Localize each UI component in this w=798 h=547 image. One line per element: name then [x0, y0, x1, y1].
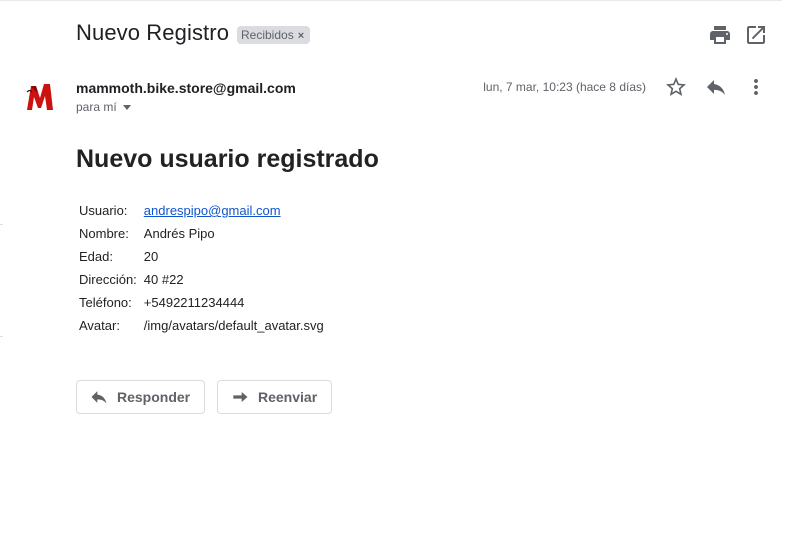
- star-icon[interactable]: [664, 75, 688, 99]
- field-value: 40 #22: [143, 272, 184, 287]
- email-date: lun, 7 mar, 10:23 (hace 8 días): [483, 80, 646, 94]
- table-row: Avatar: /img/avatars/default_avatar.svg: [76, 315, 328, 338]
- edge-mark: [0, 336, 3, 337]
- email-subject: Nuevo Registro: [76, 20, 230, 45]
- forward-button-label: Reenviar: [258, 389, 318, 405]
- user-email-link[interactable]: andrespipo@gmail.com: [144, 203, 281, 218]
- field-label: Avatar:: [79, 318, 120, 333]
- message-heading: Nuevo usuario registrado: [76, 145, 379, 173]
- reply-button-label: Responder: [117, 389, 191, 405]
- edge-mark: [0, 224, 3, 225]
- field-value: 20: [143, 249, 159, 264]
- recipient-dropdown[interactable]: para mí: [76, 100, 131, 114]
- table-row: Edad: 20: [76, 246, 328, 269]
- field-label: Usuario:: [79, 203, 128, 218]
- table-row: Nombre: Andrés Pipo: [76, 223, 328, 246]
- reply-icon[interactable]: [704, 75, 728, 99]
- top-divider: [0, 0, 782, 1]
- field-value: +5492211234444: [143, 295, 245, 310]
- user-info-table: Usuario: andrespipo@gmail.com Nombre: An…: [76, 200, 328, 338]
- table-row: Usuario: andrespipo@gmail.com: [76, 200, 328, 223]
- print-icon[interactable]: [708, 23, 732, 47]
- label-chip-remove-icon[interactable]: ×: [298, 30, 304, 42]
- recipient-label: para mí: [76, 100, 117, 114]
- field-value: /img/avatars/default_avatar.svg: [143, 318, 324, 333]
- label-chip-text: Recibidos: [241, 28, 294, 42]
- open-in-new-icon[interactable]: [744, 23, 768, 47]
- field-label: Edad:: [79, 249, 113, 264]
- field-value: andrespipo@gmail.com: [141, 200, 328, 223]
- sender-email[interactable]: mammoth.bike.store@gmail.com: [76, 80, 296, 96]
- caret-down-icon: [122, 105, 131, 111]
- forward-button[interactable]: Reenviar: [217, 380, 332, 414]
- table-row: Teléfono: +5492211234444: [76, 292, 328, 315]
- field-label: Teléfono:: [79, 295, 132, 310]
- field-value: Andrés Pipo: [143, 226, 215, 241]
- forward-icon: [233, 392, 248, 402]
- reply-button[interactable]: Responder: [76, 380, 205, 414]
- table-row: Dirección: 40 #22: [76, 269, 328, 292]
- label-chip-inbox[interactable]: Recibidos ×: [237, 26, 311, 44]
- reply-icon: [91, 391, 107, 404]
- field-label: Nombre:: [79, 226, 129, 241]
- sender-avatar[interactable]: [24, 80, 56, 112]
- mammoth-logo-icon: [26, 84, 53, 110]
- field-label: Dirección:: [79, 272, 137, 287]
- more-vertical-icon[interactable]: [744, 75, 768, 99]
